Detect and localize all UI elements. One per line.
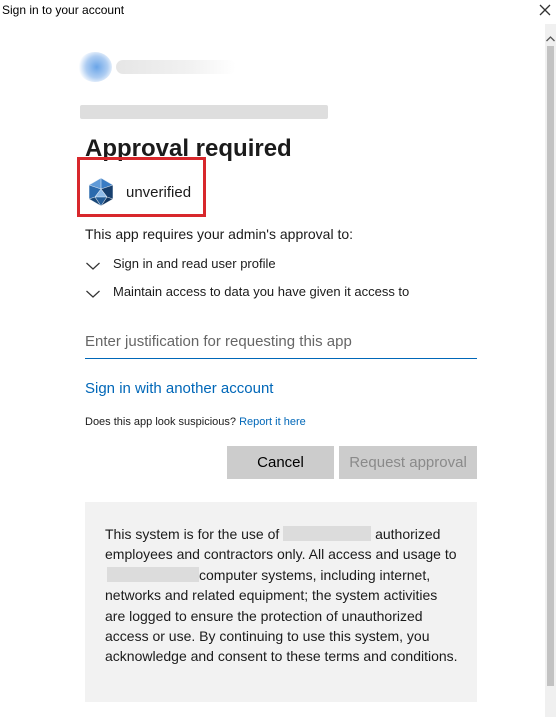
suspicious-app-prompt: Does this app look suspicious? Report it… <box>85 416 306 428</box>
permission-label: Sign in and read user profile <box>113 256 276 271</box>
report-app-link[interactable]: Report it here <box>239 416 306 428</box>
request-approval-button[interactable]: Request approval <box>339 446 477 479</box>
organization-logo <box>76 50 236 84</box>
highlight-annotation <box>77 157 206 217</box>
notice-text-part1: This system is for the use of <box>105 526 280 542</box>
window-titlebar: Sign in to your account <box>0 0 556 22</box>
scrollbar-thumb[interactable] <box>547 46 554 686</box>
close-icon[interactable] <box>536 1 554 19</box>
vertical-scrollbar[interactable] <box>545 24 556 717</box>
permission-item[interactable]: Maintain access to data you have given i… <box>85 284 409 299</box>
chevron-down-icon[interactable] <box>85 259 101 270</box>
permissions-intro: This app requires your admin's approval … <box>85 226 354 242</box>
legal-notice: This system is for the use of authorized… <box>85 502 477 702</box>
redacted-company-name <box>283 526 372 541</box>
cancel-button[interactable]: Cancel <box>227 446 334 479</box>
window-title: Sign in to your account <box>2 3 125 17</box>
sign-in-another-account-link[interactable]: Sign in with another account <box>85 380 273 397</box>
redacted-company-name <box>107 566 199 582</box>
redacted-account-email <box>80 105 328 119</box>
suspicious-text: Does this app look suspicious? <box>85 416 237 428</box>
permission-label: Maintain access to data you have given i… <box>113 284 410 299</box>
justification-input[interactable] <box>85 325 477 359</box>
chevron-down-icon[interactable] <box>85 287 101 298</box>
scroll-up-arrow-icon[interactable] <box>545 32 556 44</box>
permission-item[interactable]: Sign in and read user profile <box>85 256 276 271</box>
